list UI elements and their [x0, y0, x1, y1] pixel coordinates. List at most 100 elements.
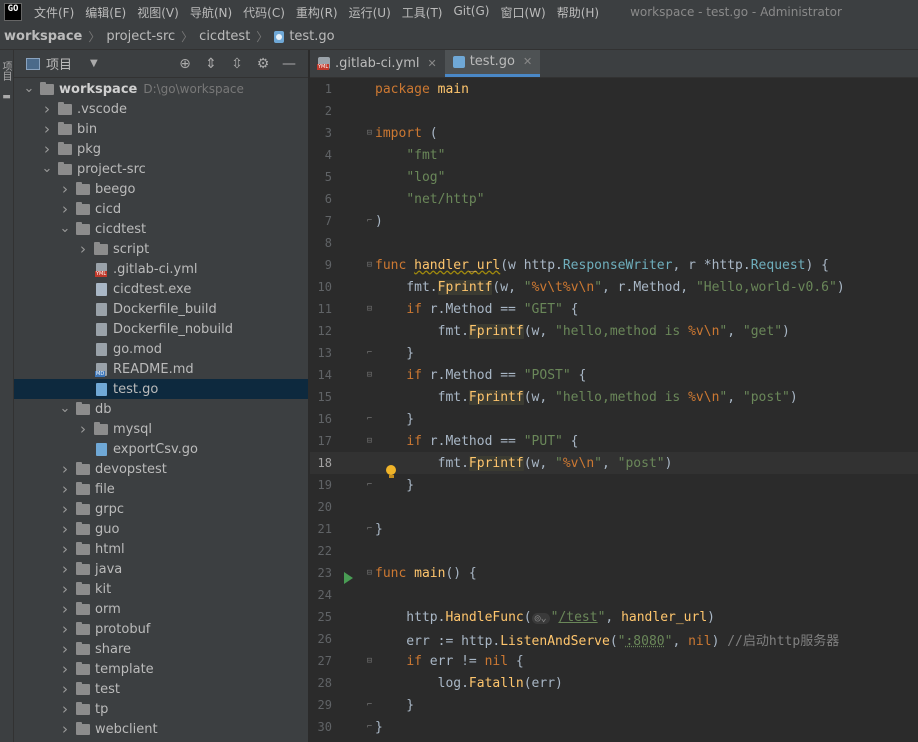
tree-item[interactable]: › bin: [14, 119, 308, 139]
code-line[interactable]: 16 ⌐ }: [310, 408, 918, 430]
tree-item[interactable]: ›exportCsv.go: [14, 439, 308, 459]
chevron-right-icon[interactable]: ›: [40, 100, 54, 118]
line-number[interactable]: 17: [310, 434, 364, 448]
code-line[interactable]: 23 ⊟ func main() {: [310, 562, 918, 584]
code-line[interactable]: 5 "log": [310, 166, 918, 188]
line-number[interactable]: 26: [310, 632, 364, 646]
chevron-right-icon[interactable]: ›: [58, 500, 72, 518]
lightbulb-icon[interactable]: [386, 465, 397, 478]
code-line[interactable]: 22: [310, 540, 918, 562]
code-line[interactable]: 3 ⊟ import (: [310, 122, 918, 144]
chevron-right-icon[interactable]: ›: [58, 720, 72, 738]
chevron-down-icon[interactable]: ⌄: [22, 82, 36, 95]
tree-item[interactable]: › orm: [14, 599, 308, 619]
code-line[interactable]: 15 fmt.Fprintf(w, "hello,method is %v\n"…: [310, 386, 918, 408]
tree-item[interactable]: › grpc: [14, 499, 308, 519]
code-line[interactable]: 28 log.Fatalln(err): [310, 672, 918, 694]
tree-item[interactable]: › cicd: [14, 199, 308, 219]
chevron-right-icon[interactable]: ›: [76, 240, 90, 258]
menu-item[interactable]: 编辑(E): [85, 4, 126, 21]
line-number[interactable]: 25: [310, 610, 364, 624]
line-number[interactable]: 28: [310, 676, 364, 690]
code-line[interactable]: 13 ⌐ }: [310, 342, 918, 364]
goland-logo-icon[interactable]: GO: [4, 3, 22, 21]
chevron-right-icon[interactable]: ›: [58, 540, 72, 558]
tree-item[interactable]: › file: [14, 479, 308, 499]
expand-all-icon[interactable]: ⇕: [198, 56, 224, 72]
chevron-right-icon[interactable]: ›: [58, 700, 72, 718]
tree-item[interactable]: ›.gitlab-ci.yml: [14, 259, 308, 279]
locate-file-icon[interactable]: ⊕: [172, 56, 198, 72]
menu-item[interactable]: 重构(R): [296, 4, 338, 21]
collapse-all-icon[interactable]: ⇳: [224, 56, 250, 72]
tree-item[interactable]: ›test.go: [14, 379, 308, 399]
line-number[interactable]: 16: [310, 412, 364, 426]
code-line[interactable]: 6 "net/http": [310, 188, 918, 210]
chevron-right-icon[interactable]: ›: [58, 640, 72, 658]
chevron-down-icon[interactable]: ⌄: [58, 402, 72, 415]
code-line[interactable]: 2: [310, 100, 918, 122]
code-line[interactable]: 14 ⊟ if r.Method == "POST" {: [310, 364, 918, 386]
menu-item[interactable]: 运行(U): [349, 4, 391, 21]
fold-marker[interactable]: ⊟: [344, 568, 375, 584]
line-number[interactable]: 9: [310, 258, 364, 272]
code-line[interactable]: 11 ⊟ if r.Method == "GET" {: [310, 298, 918, 320]
chevron-right-icon[interactable]: ›: [40, 120, 54, 138]
line-number[interactable]: 27: [310, 654, 364, 668]
code-line[interactable]: 20: [310, 496, 918, 518]
fold-marker[interactable]: ⌐: [364, 414, 375, 424]
fold-marker[interactable]: ⌐: [364, 348, 375, 358]
tree-item[interactable]: › guo: [14, 519, 308, 539]
line-number[interactable]: 23: [310, 566, 364, 580]
chevron-down-icon[interactable]: ⌄: [40, 162, 54, 175]
tree-item[interactable]: › html: [14, 539, 308, 559]
line-number[interactable]: 22: [310, 544, 364, 558]
chevron-right-icon[interactable]: ›: [58, 480, 72, 498]
line-number[interactable]: 20: [310, 500, 364, 514]
code-line[interactable]: 10 fmt.Fprintf(w, "%v\t%v\n", r.Method, …: [310, 276, 918, 298]
code-line[interactable]: 18 fmt.Fprintf(w, "%v\n", "post"): [310, 452, 918, 478]
tree-item[interactable]: ⌄ project-src: [14, 159, 308, 179]
code-line[interactable]: 27 ⊟ if err != nil {: [310, 650, 918, 672]
line-number[interactable]: 1: [310, 82, 364, 96]
code-line[interactable]: 8: [310, 232, 918, 254]
breadcrumb-workspace[interactable]: workspace: [4, 29, 82, 44]
fold-marker[interactable]: ⊟: [364, 260, 375, 270]
code-line[interactable]: 25 http.HandleFunc(◎⌄ "/test", handler_ur…: [310, 606, 918, 628]
tree-item[interactable]: › devopstest: [14, 459, 308, 479]
tree-item[interactable]: › mysql: [14, 419, 308, 439]
line-number[interactable]: 21: [310, 522, 364, 536]
fold-marker[interactable]: ⌐: [364, 216, 375, 226]
chevron-right-icon[interactable]: ›: [58, 520, 72, 538]
tree-item[interactable]: ⌄ db: [14, 399, 308, 419]
line-number[interactable]: 18: [310, 456, 364, 470]
menu-item[interactable]: 导航(N): [190, 4, 232, 21]
line-number[interactable]: 30: [310, 720, 364, 734]
chevron-down-icon[interactable]: ▼: [90, 58, 98, 69]
fold-marker[interactable]: ⌐: [364, 524, 375, 534]
code-line[interactable]: 30 ⌐}: [310, 716, 918, 738]
code-line[interactable]: 26 err := http.ListenAndServe(":8080", n…: [310, 628, 918, 650]
project-tool-window-button[interactable]: 项目: [0, 56, 13, 86]
fold-marker[interactable]: ⌐: [364, 722, 375, 732]
fold-marker[interactable]: ⊟: [364, 304, 375, 314]
code-line[interactable]: 19 ⌐ }: [310, 474, 918, 496]
tree-item[interactable]: › test: [14, 679, 308, 699]
tree-item[interactable]: ⌄ cicdtest: [14, 219, 308, 239]
code-line[interactable]: 9 ⊟ func handler_url(w http.ResponseWriter…: [310, 254, 918, 276]
tree-item[interactable]: ⌄ workspace D:\go\workspace: [14, 79, 308, 99]
code-line[interactable]: 7 ⌐): [310, 210, 918, 232]
breadcrumb-cicdtest[interactable]: cicdtest: [199, 29, 250, 44]
chevron-right-icon[interactable]: ›: [58, 560, 72, 578]
project-panel-title[interactable]: 项目: [46, 54, 72, 73]
menu-item[interactable]: 代码(C): [243, 4, 285, 21]
line-number[interactable]: 2: [310, 104, 364, 118]
tree-item[interactable]: ›Dockerfile_build: [14, 299, 308, 319]
fold-marker[interactable]: ⊟: [364, 656, 375, 666]
line-number[interactable]: 4: [310, 148, 364, 162]
tree-item[interactable]: › script: [14, 239, 308, 259]
fold-marker[interactable]: ⌐: [364, 480, 375, 490]
line-number[interactable]: 13: [310, 346, 364, 360]
chevron-right-icon[interactable]: ›: [58, 200, 72, 218]
chevron-right-icon[interactable]: ›: [58, 660, 72, 678]
